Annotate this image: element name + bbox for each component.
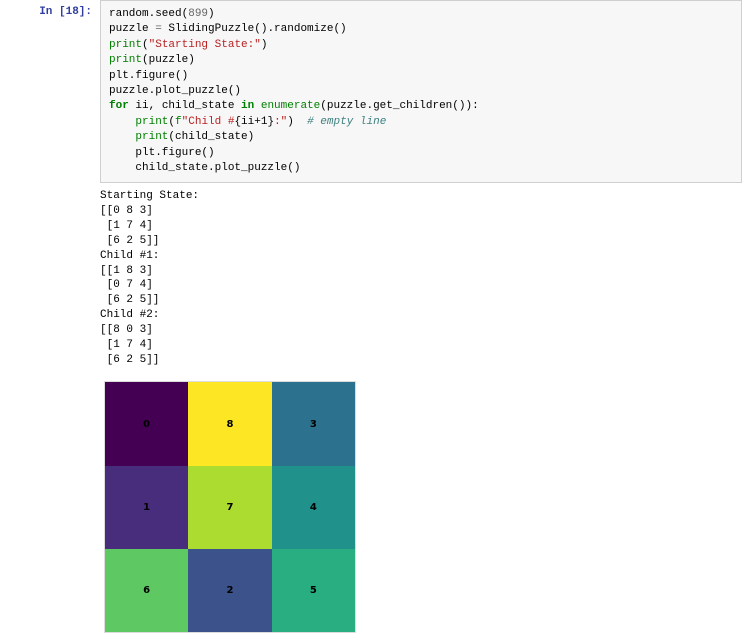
in-prompt: In [18]: — [30, 0, 100, 24]
code-token: print — [135, 131, 168, 143]
plot-cell-3: 1 — [105, 466, 188, 549]
indent — [109, 147, 135, 159]
code-token: enumerate — [261, 100, 320, 112]
plot-cell-4: 7 — [188, 466, 271, 549]
code-token: "Child # — [182, 116, 235, 128]
code-token: f — [175, 116, 182, 128]
code-token: print — [135, 116, 168, 128]
plot-cell-7: 2 — [188, 549, 271, 632]
code-line: plt.figure() — [109, 146, 733, 161]
indent — [109, 131, 135, 143]
plot-cell-6: 6 — [105, 549, 188, 632]
code-token: ( — [142, 39, 149, 51]
code-token: print — [109, 39, 142, 51]
code-line: puzzle.plot_puzzle() — [109, 84, 733, 99]
plot-cell-2: 3 — [272, 382, 355, 465]
code-token: {ii+1} — [234, 116, 274, 128]
code-token: = — [155, 23, 162, 35]
indent — [109, 116, 135, 128]
code-token: :" — [274, 116, 287, 128]
code-token: (child_state) — [168, 131, 254, 143]
code-line: print(puzzle) — [109, 53, 733, 68]
code-token: for — [109, 100, 129, 112]
code-token: child_state.plot_puzzle() — [135, 162, 300, 174]
code-token: # empty line — [307, 116, 386, 128]
code-token: puzzle.plot_puzzle() — [109, 85, 241, 97]
code-line: print("Starting State:") — [109, 38, 733, 53]
code-line: random.seed(899) — [109, 7, 733, 22]
code-line: for ii, child_state in enumerate(puzzle.… — [109, 99, 733, 114]
code-token: ii, child_state — [129, 100, 241, 112]
plot-cell-5: 4 — [272, 466, 355, 549]
plot-cell-1: 8 — [188, 382, 271, 465]
plot-cell-8: 5 — [272, 549, 355, 632]
code-token: ) — [287, 116, 307, 128]
code-token: "Starting State:" — [149, 39, 261, 51]
code-token: in — [241, 100, 254, 112]
code-token: (puzzle) — [142, 54, 195, 66]
code-line: print(f"Child #{ii+1}:") # empty line — [109, 115, 733, 130]
code-token: plt.figure() — [135, 147, 214, 159]
code-line: plt.figure() — [109, 69, 733, 84]
code-token: (puzzle.get_children()): — [320, 100, 478, 112]
indent — [109, 162, 135, 174]
code-token: random — [109, 8, 149, 20]
code-input-area[interactable]: random.seed(899) puzzle = SlidingPuzzle(… — [100, 0, 742, 183]
plot-cell-0: 0 — [105, 382, 188, 465]
code-token: plt.figure() — [109, 70, 188, 82]
code-line: child_state.plot_puzzle() — [109, 161, 733, 176]
code-token: print — [109, 54, 142, 66]
code-token: ) — [208, 8, 215, 20]
code-token — [254, 100, 261, 112]
matplotlib-output: 0 8 3 1 7 4 6 2 5 — [104, 381, 746, 633]
code-cell: In [18]: random.seed(899) puzzle = Slidi… — [30, 0, 746, 183]
code-token: ) — [261, 39, 268, 51]
code-token: puzzle — [109, 23, 155, 35]
stdout-output: Starting State: [[0 8 3] [1 7 4] [6 2 5]… — [100, 183, 746, 371]
code-line: puzzle = SlidingPuzzle().randomize() — [109, 22, 733, 37]
code-token: SlidingPuzzle().randomize() — [162, 23, 347, 35]
code-line: print(child_state) — [109, 130, 733, 145]
code-token: .seed( — [149, 8, 189, 20]
code-token: 899 — [188, 8, 208, 20]
puzzle-plot: 0 8 3 1 7 4 6 2 5 — [104, 381, 356, 633]
